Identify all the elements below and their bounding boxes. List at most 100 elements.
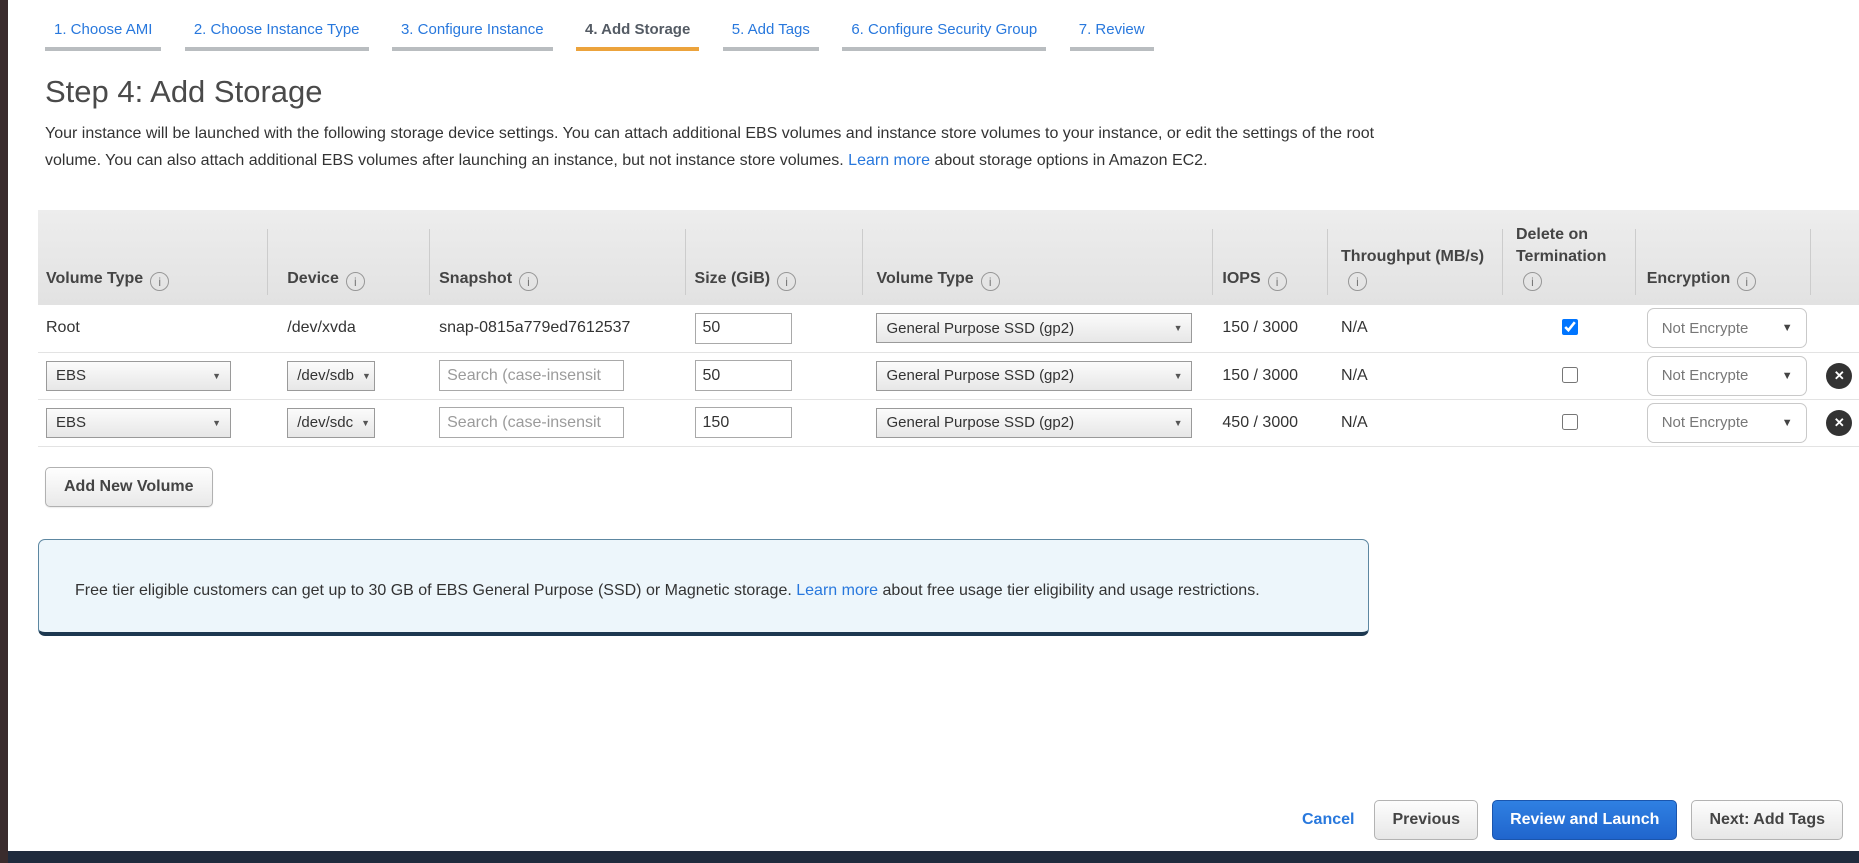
info-icon[interactable]: i [777, 272, 797, 291]
info-icon[interactable]: i [345, 272, 365, 291]
encryption-cell: Not Encrypte ▼ [1634, 352, 1810, 400]
page-title: Step 4: Add Storage [45, 74, 323, 109]
delete-volume-button[interactable]: ✕ [1826, 362, 1853, 389]
wizard-page: 1. Choose AMI 2. Choose Instance Type 3.… [8, 0, 1859, 851]
tab-choose-ami[interactable]: 1. Choose AMI [45, 13, 162, 51]
info-icon[interactable]: i [519, 272, 539, 291]
chevron-down-icon: ▼ [1781, 369, 1793, 382]
tab-add-tags[interactable]: 5. Add Tags [722, 13, 819, 51]
chevron-down-icon: ▼ [1173, 370, 1183, 381]
wizard-footer-actions: Cancel Previous Review and Launch Next: … [1302, 800, 1843, 840]
col-header-encryption: Encryption i [1634, 210, 1810, 305]
volume-type-select[interactable]: General Purpose SSD (gp2) ▼ [876, 313, 1193, 344]
throughput-cell: N/A [1327, 305, 1502, 353]
chevron-down-icon: ▼ [212, 370, 221, 381]
iops-cell: 150 / 3000 [1212, 305, 1328, 353]
col-header-volume-type: Volume Type i [38, 210, 268, 305]
device-select-value: /dev/sdc [297, 414, 354, 431]
encryption-select[interactable]: Not Encrypte ▼ [1646, 308, 1807, 349]
next-add-tags-button[interactable]: Next: Add Tags [1691, 800, 1843, 840]
volume-type-select-value: EBS [56, 367, 87, 384]
learn-more-link[interactable]: Learn more [848, 152, 930, 169]
size-input[interactable] [694, 360, 792, 391]
snapshot-search-input[interactable] [439, 360, 625, 391]
description-text-after: about storage options in Amazon EC2. [934, 152, 1208, 169]
chevron-down-icon: ▼ [361, 417, 371, 428]
row-actions-cell: ✕ [1809, 399, 1859, 447]
delete-on-termination-checkbox[interactable] [1561, 366, 1578, 383]
storage-volumes-table: Volume Type i Device i Snapshot i Size (GiB… [38, 210, 1859, 447]
tab-configure-security-group[interactable]: 6. Configure Security Group [842, 13, 1047, 51]
tab-choose-instance-type[interactable]: 2. Choose Instance Type [184, 13, 369, 51]
snapshot-cell [429, 352, 685, 400]
tab-review[interactable]: 7. Review [1069, 13, 1154, 51]
snapshot-cell [429, 399, 685, 447]
encryption-select[interactable]: Not Encrypte ▼ [1646, 402, 1807, 443]
iops-cell: 150 / 3000 [1212, 352, 1328, 400]
row-actions-cell [1809, 305, 1859, 353]
delete-on-termination-cell [1501, 399, 1635, 447]
encryption-select[interactable]: Not Encrypte ▼ [1646, 355, 1807, 396]
volume-type-select-value: General Purpose SSD (gp2) [886, 367, 1075, 384]
volume-type-select[interactable]: EBS ▼ [46, 360, 231, 391]
delete-on-termination-checkbox[interactable] [1561, 413, 1578, 430]
col-header-label: Volume Type [876, 270, 974, 287]
device-select[interactable]: /dev/sdc ▼ [287, 407, 376, 438]
volume-type-select[interactable]: EBS ▼ [46, 407, 231, 438]
console-footer-bar [8, 851, 1859, 863]
volume-type-select-cell: General Purpose SSD (gp2) ▼ [862, 399, 1213, 447]
size-cell [684, 305, 863, 353]
chevron-down-icon: ▼ [1173, 417, 1183, 428]
volume-type-select-value: General Purpose SSD (gp2) [886, 319, 1075, 337]
tab-configure-instance[interactable]: 3. Configure Instance [391, 13, 553, 51]
info-icon[interactable]: i [1267, 272, 1287, 291]
size-input[interactable] [694, 312, 792, 344]
col-header-actions [1809, 210, 1859, 305]
encryption-cell: Not Encrypte ▼ [1634, 305, 1810, 353]
col-header-label: Snapshot [439, 270, 513, 287]
cancel-link[interactable]: Cancel [1302, 811, 1354, 829]
size-cell [684, 399, 863, 447]
volume-type-select[interactable]: General Purpose SSD (gp2) ▼ [876, 407, 1193, 438]
tab-add-storage[interactable]: 4. Add Storage [576, 13, 700, 51]
info-icon[interactable]: i [150, 272, 170, 291]
previous-button[interactable]: Previous [1374, 800, 1479, 840]
throughput-cell: N/A [1327, 399, 1502, 447]
snapshot-search-input[interactable] [439, 407, 625, 438]
chevron-down-icon: ▼ [1173, 323, 1183, 334]
encryption-select-value: Not Encrypte [1661, 414, 1749, 431]
device-select[interactable]: /dev/sdb ▼ [287, 360, 376, 391]
col-header-volume-type-select: Volume Type i [862, 210, 1213, 305]
size-cell [684, 352, 863, 400]
encryption-cell: Not Encrypte ▼ [1634, 399, 1810, 447]
col-header-delete-on-termination: Delete on Termination i [1501, 210, 1635, 305]
info-icon[interactable]: i [980, 272, 1000, 291]
info-icon[interactable]: i [1737, 272, 1757, 291]
encryption-select-value: Not Encrypte [1661, 367, 1749, 384]
delete-on-termination-checkbox[interactable] [1561, 319, 1578, 336]
volume-type-cell: Root [38, 305, 268, 353]
review-and-launch-button[interactable]: Review and Launch [1492, 800, 1678, 840]
device-cell: /dev/xvda [267, 305, 430, 353]
table-row-root-volume: Root /dev/xvda snap-0815a779ed7612537 Ge… [38, 305, 1859, 353]
encryption-select-value: Not Encrypte [1661, 319, 1749, 337]
chevron-down-icon: ▼ [212, 417, 221, 428]
size-input[interactable] [694, 407, 792, 438]
info-icon[interactable]: i [1348, 272, 1368, 291]
snapshot-cell: snap-0815a779ed7612537 [429, 305, 685, 353]
col-header-label: Encryption [1646, 270, 1731, 287]
volume-type-select[interactable]: General Purpose SSD (gp2) ▼ [876, 360, 1193, 391]
col-header-label: IOPS [1222, 270, 1261, 287]
volume-type-select-cell: General Purpose SSD (gp2) ▼ [862, 352, 1213, 400]
col-header-label: Device [287, 270, 339, 287]
device-cell: /dev/sdb ▼ [267, 352, 430, 400]
add-new-volume-button[interactable]: Add New Volume [45, 466, 213, 507]
row-actions-cell: ✕ [1809, 352, 1859, 400]
info-icon[interactable]: i [1522, 272, 1542, 291]
delete-on-termination-cell [1501, 352, 1635, 400]
col-header-label: Delete on Termination [1515, 226, 1607, 265]
col-header-snapshot: Snapshot i [429, 210, 685, 305]
delete-volume-button[interactable]: ✕ [1826, 409, 1853, 436]
table-row-ebs-volume-1: EBS ▼ /dev/sdb ▼ Search (case-insensit 5… [38, 352, 1859, 400]
free-tier-learn-more-link[interactable]: Learn more [796, 582, 878, 599]
